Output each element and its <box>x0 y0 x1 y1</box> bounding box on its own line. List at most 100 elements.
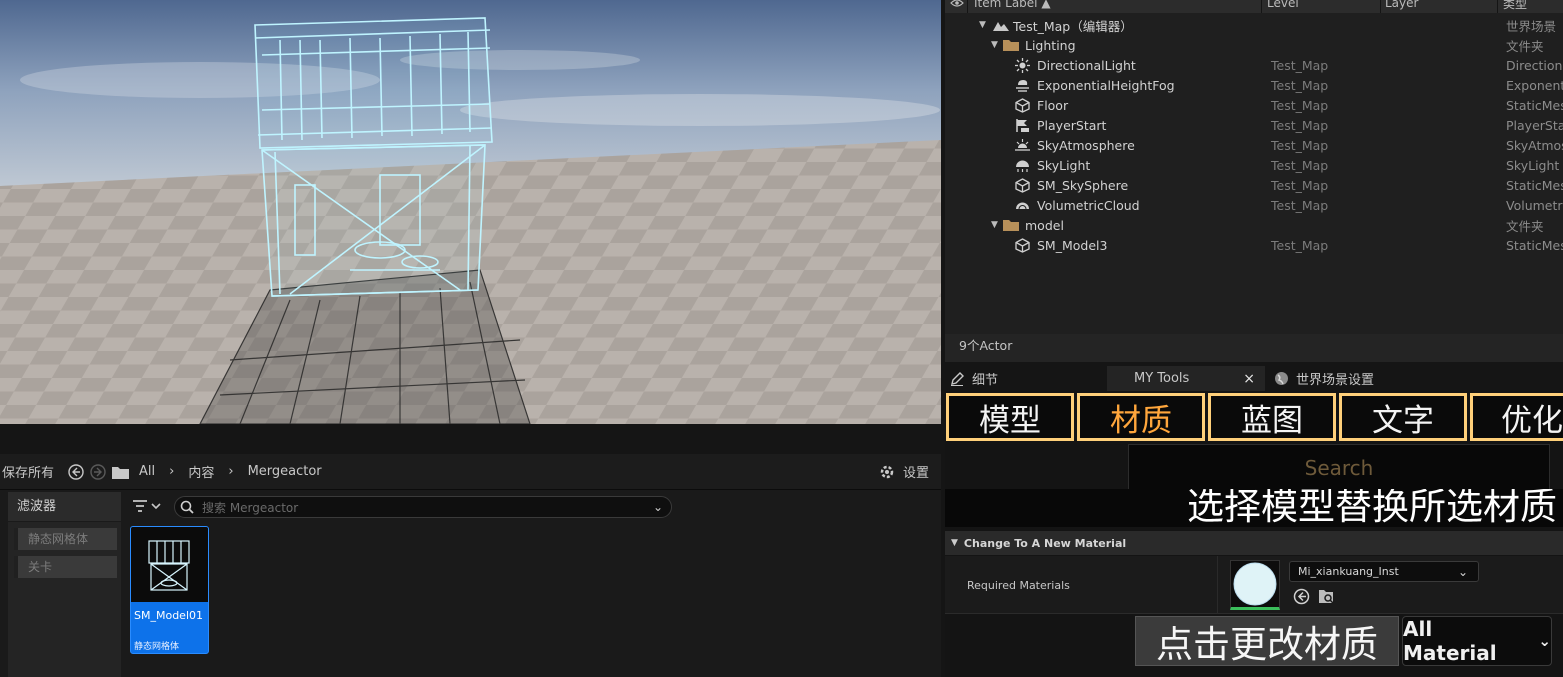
row-type: StaticMes <box>1506 177 1563 193</box>
row-type: Exponenti <box>1506 77 1563 93</box>
panel-tabs: 细节 MY Tools × 世界场景设置 <box>945 366 1563 391</box>
section-header[interactable]: ▼ Change To A New Material <box>945 531 1563 555</box>
tab-details[interactable]: 细节 <box>945 366 1105 391</box>
category-blueprint-button[interactable]: 蓝图 <box>1208 393 1336 441</box>
material-select-value: Mi_xiankuang_Inst <box>1298 565 1399 578</box>
gear-icon[interactable] <box>879 464 895 480</box>
row-type: StaticMes <box>1506 97 1563 113</box>
row-level: Test_Map <box>1271 237 1329 253</box>
outliner-row-floor[interactable]: Floor Test_Map StaticMes <box>945 95 1563 115</box>
chevron-down-icon[interactable]: ⌄ <box>653 500 663 514</box>
row-type: PlayerSta <box>1506 117 1563 133</box>
asset-tile[interactable]: SM_Model01 静态网格体 <box>130 526 209 654</box>
outliner-row-sky-atmosphere[interactable]: SkyAtmosphere Test_Map SkyAtmos <box>945 135 1563 155</box>
breadcrumb-content[interactable]: 内容 <box>188 462 214 481</box>
apply-material-button[interactable]: 点击更改材质 <box>1135 616 1399 666</box>
breadcrumb-content-label: 内容 <box>188 466 215 481</box>
row-level: Test_Map <box>1271 77 1329 93</box>
settings-label: 设置 <box>902 466 929 481</box>
row-type: SkyLight <box>1506 157 1560 173</box>
row-level: Test_Map <box>1271 117 1329 133</box>
material-thumbnail[interactable] <box>1230 560 1280 610</box>
back-icon[interactable] <box>68 463 84 480</box>
outliner-row-player-start[interactable]: PlayerStart Test_Map PlayerSta <box>945 115 1563 135</box>
forward-icon[interactable] <box>90 463 106 480</box>
outliner-row-sm-skysphere[interactable]: SM_SkySphere Test_Map StaticMes <box>945 175 1563 195</box>
material-select[interactable]: Mi_xiankuang_Inst ⌄ <box>1289 561 1479 582</box>
column-level[interactable]: Level <box>1267 0 1299 10</box>
filter-static-mesh[interactable]: 静态网格体 <box>14 528 117 550</box>
category-optimize-button[interactable]: 优化 <box>1470 393 1563 441</box>
row-level: Test_Map <box>1271 157 1329 173</box>
fog-icon <box>1015 78 1030 92</box>
save-all-label: 保存所有 <box>2 466 55 481</box>
filter-icon[interactable] <box>132 498 162 514</box>
asset-type: 静态网格体 <box>134 642 180 652</box>
material-filter-select[interactable]: All Material ⌄ <box>1402 616 1552 666</box>
column-item-label[interactable]: Item Label ▲ <box>974 0 1051 10</box>
globe-icon <box>1274 371 1289 386</box>
row-label: Test_Map（编辑器） <box>1013 18 1133 34</box>
settings-button[interactable]: 设置 <box>903 462 929 481</box>
tool-search-input[interactable]: Search <box>1128 444 1550 491</box>
row-level: Test_Map <box>1271 177 1329 193</box>
skylight-icon <box>1015 158 1030 173</box>
sun-icon <box>1015 57 1030 73</box>
row-label: PlayerStart <box>1037 117 1107 133</box>
outliner-row-lighting-folder[interactable]: ▼ Lighting 文件夹 <box>945 35 1563 55</box>
breadcrumb-mergeactor[interactable]: Mergeactor <box>248 464 322 479</box>
row-type: StaticMes <box>1506 237 1563 253</box>
tab-my-tools[interactable]: MY Tools × <box>1107 366 1265 391</box>
player-start-icon <box>1015 118 1030 133</box>
row-type: 文件夹 <box>1506 38 1544 54</box>
breadcrumb-mergeactor-label: Mergeactor <box>247 464 322 479</box>
outliner-row-volumetric-cloud[interactable]: VolumetricCloud Test_Map Volumetric <box>945 195 1563 215</box>
column-layer[interactable]: Layer <box>1385 0 1418 10</box>
asset-search-placeholder: 搜索 Mergeactor <box>202 500 299 515</box>
chevron-down-icon: ⌄ <box>1457 564 1468 579</box>
close-icon[interactable]: × <box>1243 371 1255 387</box>
outliner-row-model-folder[interactable]: ▼ model 文件夹 <box>945 215 1563 235</box>
row-type: Volumetric <box>1506 197 1563 213</box>
tab-world-settings[interactable]: 世界场景设置 <box>1274 366 1474 391</box>
filter-level[interactable]: 关卡 <box>14 556 117 578</box>
expand-arrow-icon[interactable]: ▼ <box>979 20 986 30</box>
save-all-button[interactable]: 保存所有 <box>2 462 54 481</box>
level-viewport[interactable] <box>0 0 941 424</box>
row-label: SM_Model3 <box>1037 237 1108 253</box>
sky-atmosphere-icon <box>1015 138 1030 152</box>
row-type: 文件夹 <box>1506 218 1544 234</box>
tab-details-label: 细节 <box>972 373 999 388</box>
row-label: ExponentialHeightFog <box>1037 77 1175 93</box>
category-text-button[interactable]: 文字 <box>1339 393 1467 441</box>
collapse-arrow-icon[interactable]: ▼ <box>951 538 958 548</box>
outliner-row-exponential-height-fog[interactable]: ExponentialHeightFog Test_Map Exponenti <box>945 75 1563 95</box>
wireframe-model[interactable] <box>254 17 493 297</box>
chevron-right-icon: › <box>169 464 175 479</box>
eye-icon[interactable] <box>950 0 964 8</box>
asset-thumbnail <box>131 527 208 602</box>
mesh-icon <box>1015 177 1030 193</box>
row-level: Test_Map <box>1271 97 1329 113</box>
outliner-row-directional-light[interactable]: DirectionalLight Test_Map Directiona <box>945 55 1563 75</box>
browse-icon[interactable] <box>1318 588 1335 605</box>
expand-arrow-icon[interactable]: ▼ <box>991 220 998 230</box>
category-model-button[interactable]: 模型 <box>946 393 1074 441</box>
pencil-icon <box>950 371 964 386</box>
asset-search-input[interactable]: 搜索 Mergeactor ⌄ <box>174 496 672 518</box>
breadcrumb-all[interactable]: All <box>139 464 155 479</box>
row-type: 世界场景 <box>1506 18 1557 34</box>
column-type[interactable]: 类型 <box>1503 0 1527 12</box>
row-level: Test_Map <box>1271 137 1329 153</box>
material-filter-value: All Material <box>1403 617 1497 665</box>
map-icon <box>993 19 1009 31</box>
use-selected-icon[interactable] <box>1293 588 1310 605</box>
category-material-button[interactable]: 材质 <box>1077 393 1205 441</box>
outliner-row-sky-light[interactable]: SkyLight Test_Map SkyLight <box>945 155 1563 175</box>
search-icon <box>180 500 194 514</box>
outliner-row-sm-model3[interactable]: SM_Model3 Test_Map StaticMes <box>945 235 1563 255</box>
viewport-bottom-gap <box>0 424 941 454</box>
expand-arrow-icon[interactable]: ▼ <box>991 40 998 50</box>
required-materials-row: Required Materials Mi_xiankuang_Inst ⌄ <box>945 556 1563 614</box>
outliner-row-test-map[interactable]: ▼ Test_Map（编辑器） 世界场景 <box>945 15 1563 35</box>
